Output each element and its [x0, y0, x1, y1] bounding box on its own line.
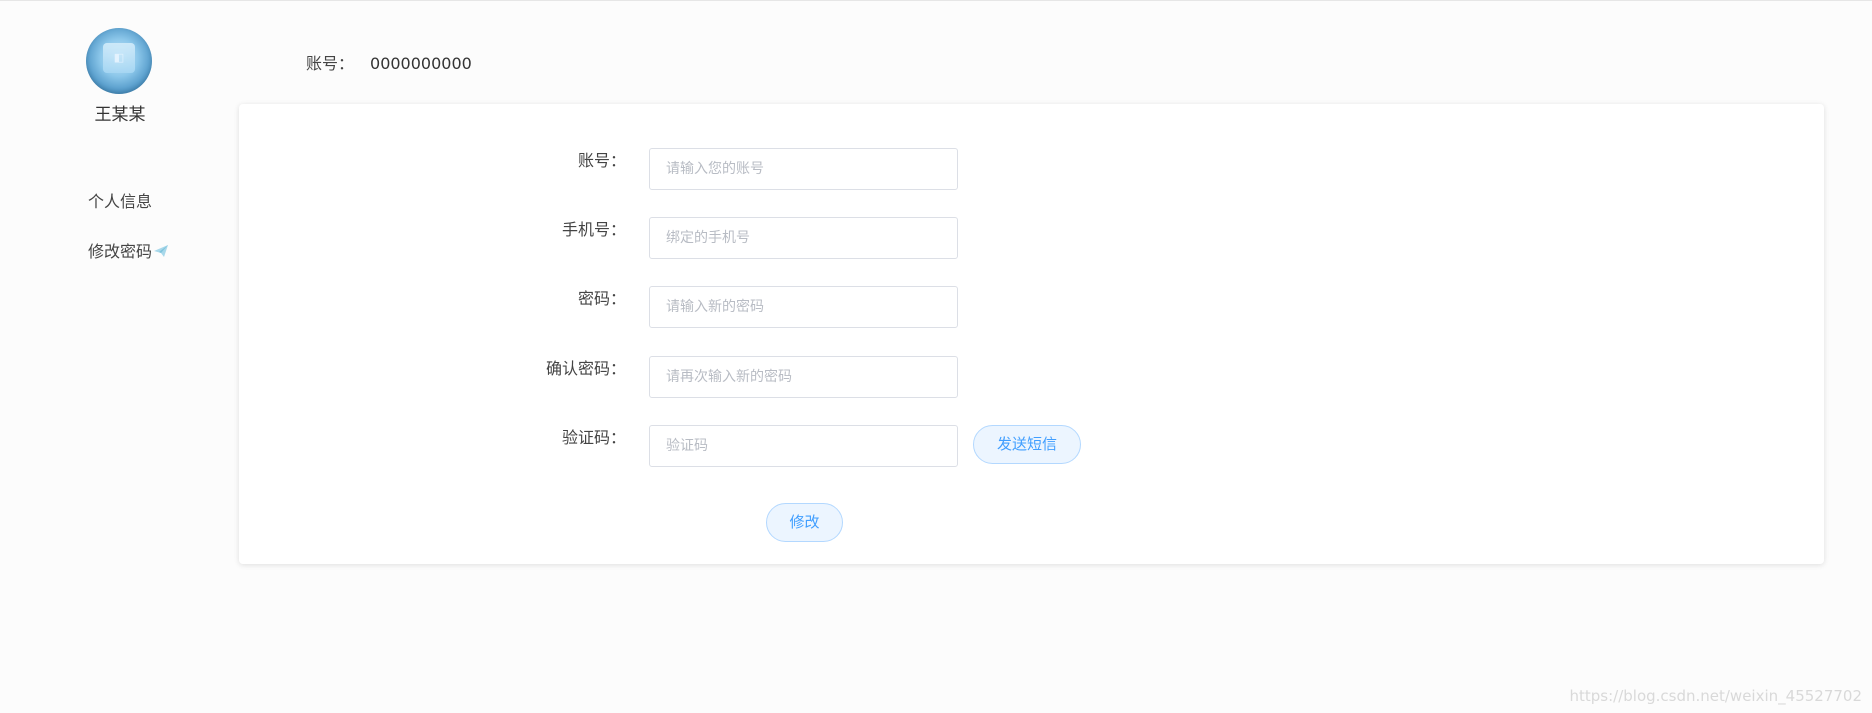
avatar[interactable]: ◧ — [86, 28, 152, 94]
account-input[interactable] — [649, 148, 958, 190]
confirm-password-input[interactable] — [649, 356, 958, 398]
phone-input[interactable] — [649, 217, 958, 259]
sidebar-item-label: 修改密码 — [88, 242, 153, 261]
account-field-label: 账号： — [577, 151, 626, 170]
account-display: 账号： 0000000000 — [306, 50, 472, 74]
phone-field-label: 手机号： — [561, 220, 626, 239]
verification-code-field-label: 验证码： — [561, 428, 626, 447]
password-input[interactable] — [649, 286, 958, 328]
avatar-image: ◧ — [103, 43, 135, 73]
sidebar-item-change-password[interactable]: 修改密码 — [88, 238, 169, 262]
username: 王某某 — [94, 105, 146, 125]
change-password-card — [239, 104, 1824, 564]
sidebar-item-personal-info[interactable]: 个人信息 — [88, 188, 152, 212]
account-label: 账号： — [306, 54, 355, 73]
submit-button[interactable]: 修改 — [766, 503, 843, 542]
account-value: 0000000000 — [370, 54, 472, 73]
top-divider — [0, 0, 1872, 1]
verification-code-input[interactable] — [649, 425, 958, 467]
watermark: https://blog.csdn.net/weixin_45527702 — [1569, 687, 1862, 705]
sidebar: ◧ 王某某 个人信息 修改密码 — [0, 0, 240, 713]
password-field-label: 密码： — [577, 289, 626, 308]
sidebar-item-label: 个人信息 — [88, 192, 153, 211]
send-sms-button[interactable]: 发送短信 — [973, 425, 1081, 464]
confirm-password-field-label: 确认密码： — [545, 359, 626, 378]
paper-plane-icon — [154, 245, 169, 257]
